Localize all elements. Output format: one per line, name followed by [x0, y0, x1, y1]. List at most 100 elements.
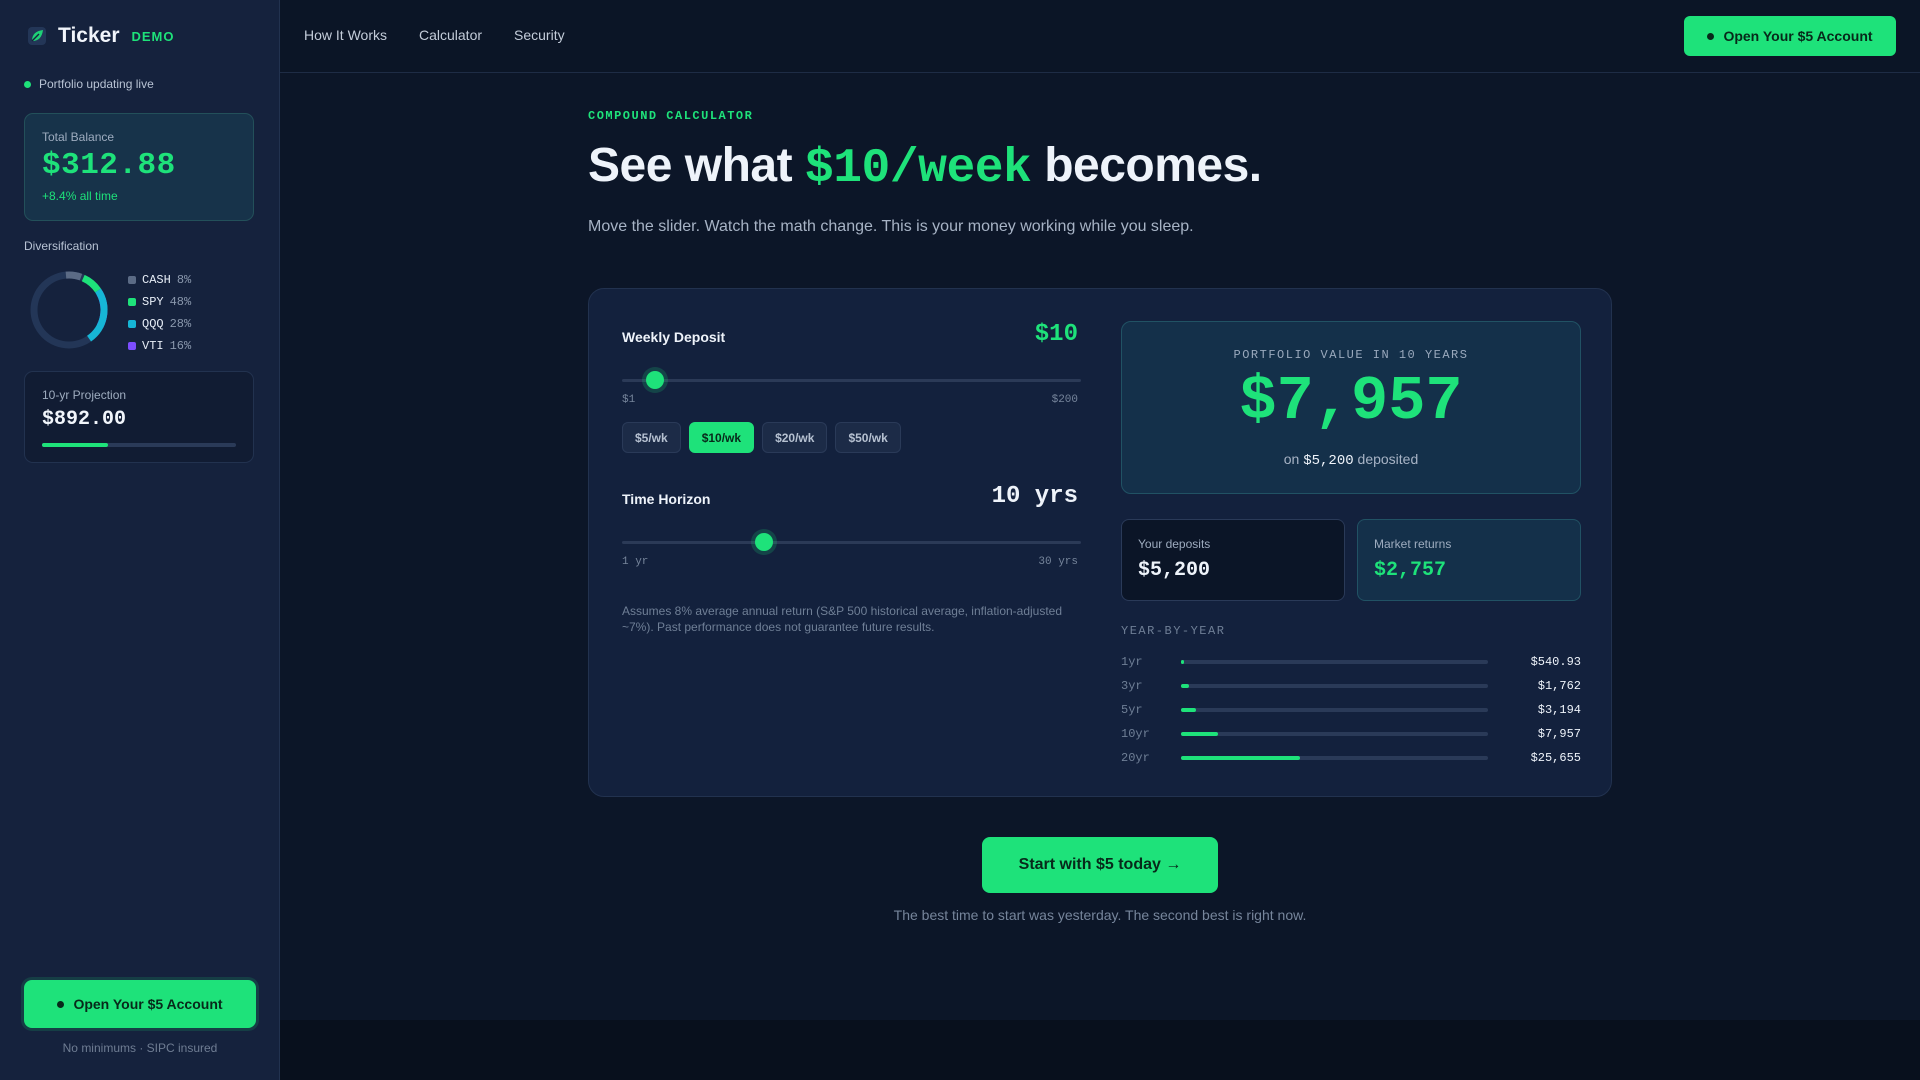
- weekly-deposit-slider[interactable]: [622, 379, 1081, 382]
- portfolio-value-amount: $7,957: [1239, 366, 1463, 437]
- start-investing-button[interactable]: Start with $5 today →: [982, 837, 1218, 893]
- weekly-deposit-label: Weekly Deposit: [622, 329, 726, 345]
- legend-symbol: SPY: [142, 295, 164, 309]
- year-bar-track: [1181, 684, 1488, 688]
- nav-link-calculator[interactable]: Calculator: [419, 27, 482, 43]
- year-amount: $540.93: [1530, 655, 1581, 669]
- legend-percent: 48%: [169, 295, 192, 309]
- deposit-max-label: $200: [1051, 394, 1078, 406]
- projection-card: 10-yr Projection $892.00: [24, 371, 254, 463]
- nav-links: How It Works Calculator Security: [304, 27, 565, 43]
- balance-label: Total Balance: [42, 130, 115, 144]
- live-dot-icon: [24, 80, 31, 88]
- preset-20-chip[interactable]: $20/wk: [762, 422, 828, 453]
- deposit-min-label: $1: [622, 394, 636, 406]
- calculator-card: Weekly Deposit $10 $1 $200 $5/wk $10/wk …: [588, 288, 1612, 797]
- horizon-min-label: 1 yr: [622, 556, 649, 568]
- section-eyebrow: COMPOUND CALCULATOR: [588, 109, 754, 123]
- nav-open-account-button[interactable]: Open Your $5 Account: [1684, 16, 1896, 56]
- top-nav: How It Works Calculator Security Open Yo…: [280, 0, 1920, 73]
- year-row: 20yr $25,655: [1121, 750, 1581, 766]
- year-bar-fill: [1181, 660, 1185, 664]
- preset-10-chip[interactable]: $10/wk: [688, 422, 755, 453]
- legend-symbol: VTI: [142, 339, 164, 353]
- projection-value: $892.00: [42, 408, 127, 431]
- projection-label: 10-yr Projection: [42, 388, 127, 402]
- year-label: 10yr: [1121, 727, 1150, 741]
- live-status: Portfolio updating live: [24, 77, 154, 91]
- page-headline: See what $10/week becomes.: [588, 138, 1262, 196]
- projection-progress-track: [42, 443, 236, 447]
- balance-change: +8.4% all time: [42, 189, 118, 203]
- year-label: 20yr: [1121, 751, 1150, 765]
- demo-badge: DEMO: [131, 28, 175, 44]
- legend-percent: 16%: [169, 339, 192, 353]
- year-row: 10yr $7,957: [1121, 726, 1581, 742]
- market-returns-card: Market returns $2,757: [1357, 519, 1581, 601]
- horizon-max-label: 30 yrs: [1038, 556, 1078, 568]
- projection-progress-fill: [42, 443, 108, 447]
- time-horizon-value: 10 yrs: [991, 483, 1078, 510]
- headline-highlight: $10/week: [804, 142, 1032, 196]
- legend-swatch: [128, 320, 136, 328]
- time-horizon-slider-handle[interactable]: [755, 533, 774, 551]
- year-row: 5yr $3,194: [1121, 702, 1581, 718]
- subtitle-prefix: on: [1283, 451, 1304, 467]
- legend-item: QQQ 28%: [128, 313, 191, 335]
- legend-symbol: QQQ: [142, 317, 164, 331]
- market-returns-label: Market returns: [1374, 537, 1452, 551]
- legend-item: VTI 16%: [128, 335, 191, 357]
- donut-slice-spy: [81, 274, 101, 293]
- weekly-deposit-value: $10: [1034, 321, 1078, 348]
- diversification-donut-chart: [30, 271, 108, 349]
- headline-suffix: becomes.: [1031, 139, 1262, 192]
- year-bar-fill: [1181, 708, 1196, 712]
- year-bar-track: [1181, 756, 1488, 760]
- year-bar-track: [1181, 660, 1488, 664]
- year-bar-track: [1181, 708, 1488, 712]
- live-status-text: Portfolio updating live: [39, 77, 154, 91]
- total-balance-card: Total Balance $312.88 +8.4% all time: [24, 113, 254, 221]
- open-account-button[interactable]: Open Your $5 Account: [24, 980, 256, 1028]
- return-disclaimer: Assumes 8% average annual return (S&P 50…: [622, 604, 1063, 634]
- legend-item: CASH 8%: [128, 269, 191, 291]
- year-label: 3yr: [1121, 679, 1143, 693]
- your-deposits-card: Your deposits $5,200: [1121, 519, 1345, 601]
- sidebar-footnote: No minimums · SIPC insured: [62, 1041, 218, 1055]
- sidebar: Ticker DEMO Portfolio updating live Tota…: [0, 0, 280, 1080]
- portfolio-value-panel: PORTFOLIO VALUE IN 10 YEARS $7,957 on $5…: [1121, 321, 1581, 494]
- legend-percent: 8%: [176, 273, 192, 287]
- deposit-presets: $5/wk $10/wk $20/wk $50/wk: [622, 422, 901, 453]
- time-horizon-slider[interactable]: [622, 541, 1081, 544]
- your-deposits-value: $5,200: [1138, 559, 1211, 582]
- year-bar-fill: [1181, 732, 1218, 736]
- legend-item: SPY 48%: [128, 291, 191, 313]
- diversification-legend: CASH 8% SPY 48% QQQ 28% VTI 16%: [128, 269, 191, 357]
- year-bar-fill: [1181, 684, 1190, 688]
- portfolio-value-subtitle: on $5,200 deposited: [1122, 451, 1580, 469]
- year-by-year-title: YEAR-BY-YEAR: [1121, 624, 1226, 638]
- headline-prefix: See what: [588, 139, 805, 192]
- diversification-title: Diversification: [24, 239, 99, 253]
- weekly-deposit-slider-handle[interactable]: [645, 371, 664, 389]
- nav-link-security[interactable]: Security: [514, 27, 565, 43]
- year-bar-track: [1181, 732, 1488, 736]
- nav-link-how-it-works[interactable]: How It Works: [304, 27, 387, 43]
- preset-5-chip[interactable]: $5/wk: [622, 422, 681, 453]
- year-amount: $25,655: [1530, 751, 1581, 765]
- page-subhead: Move the slider. Watch the math change. …: [588, 218, 1194, 235]
- cta-dot-icon: [57, 1000, 65, 1008]
- donut-slice-qqq: [86, 288, 108, 342]
- deposited-amount: $5,200: [1303, 453, 1354, 469]
- year-bar-fill: [1181, 756, 1301, 760]
- preset-50-chip[interactable]: $50/wk: [835, 422, 901, 453]
- leaf-logo-icon: [26, 25, 48, 47]
- brand[interactable]: Ticker DEMO: [26, 24, 175, 48]
- legend-symbol: CASH: [142, 273, 171, 287]
- year-label: 1yr: [1121, 655, 1143, 669]
- nav-open-account-label: Open Your $5 Account: [1723, 28, 1873, 44]
- balance-value: $312.88: [42, 148, 176, 183]
- year-label: 5yr: [1121, 703, 1143, 717]
- year-amount: $1,762: [1537, 679, 1581, 693]
- time-horizon-label: Time Horizon: [622, 491, 711, 507]
